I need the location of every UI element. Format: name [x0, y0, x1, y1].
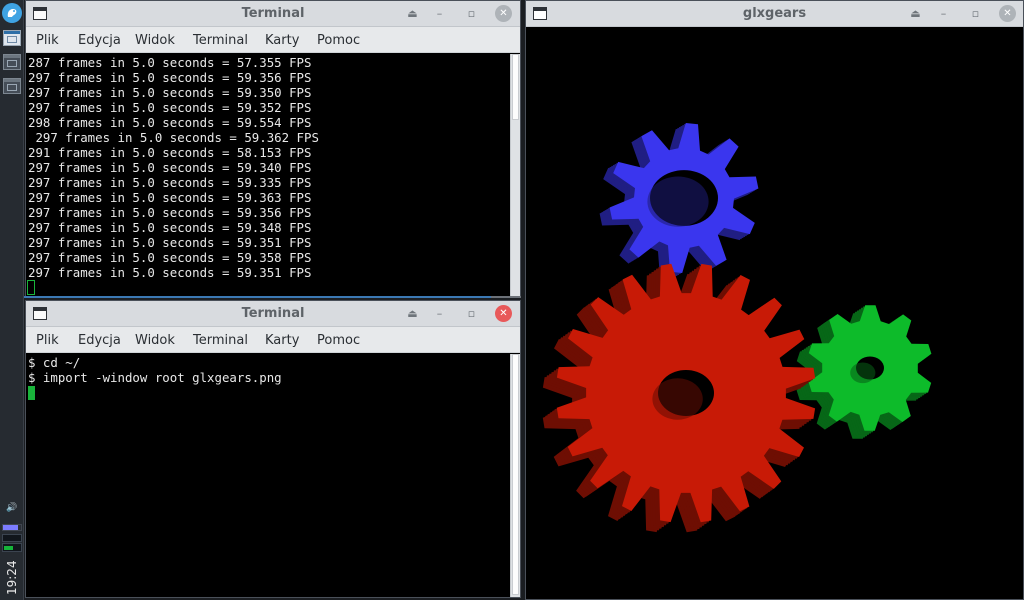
- titlebar[interactable]: Terminal ⏏ – ▫ ✕: [26, 301, 520, 327]
- close-icon[interactable]: ✕: [999, 5, 1016, 22]
- scrollbar-thumb[interactable]: [512, 354, 519, 595]
- minimize-icon[interactable]: –: [431, 305, 448, 322]
- output-line: 297 frames in 5.0 seconds = 59.348 FPS: [28, 220, 312, 235]
- terminal-output[interactable]: 287 frames in 5.0 seconds = 57.355 FPS 2…: [26, 54, 510, 296]
- titlebar[interactable]: glxgears ⏏ – ▫ ✕: [526, 1, 1023, 27]
- app-menu-icon[interactable]: [2, 3, 22, 23]
- output-line: 297 frames in 5.0 seconds = 59.356 FPS: [28, 205, 312, 220]
- output-line: 297 frames in 5.0 seconds = 59.352 FPS: [28, 100, 312, 115]
- network-monitor-down: [2, 543, 22, 552]
- menu-widok[interactable]: Widok: [135, 333, 175, 348]
- menu-plik[interactable]: Plik: [36, 33, 59, 48]
- terminal-window-bottom[interactable]: Terminal ⏏ – ▫ ✕ Plik Edycja Widok Termi…: [25, 300, 521, 598]
- close-icon[interactable]: ✕: [495, 5, 512, 22]
- taskbar-item-terminal-2[interactable]: [3, 54, 21, 70]
- side-panel: 🔊 19:24: [0, 0, 24, 600]
- terminal-window-top[interactable]: Terminal ⏏ – ▫ ✕ Plik Edycja Widok Termi…: [25, 0, 521, 297]
- output-line: 298 frames in 5.0 seconds = 59.554 FPS: [28, 115, 312, 130]
- minimize-icon[interactable]: –: [935, 5, 952, 22]
- menu-pomoc[interactable]: Pomoc: [317, 333, 360, 348]
- glxgears-window[interactable]: glxgears ⏏ – ▫ ✕: [525, 0, 1024, 600]
- command-line: $ cd ~/: [28, 355, 81, 370]
- terminal-cursor: [28, 386, 35, 400]
- menu-karty[interactable]: Karty: [265, 333, 299, 348]
- output-line: 297 frames in 5.0 seconds = 59.356 FPS: [28, 70, 312, 85]
- close-icon[interactable]: ✕: [495, 305, 512, 322]
- scrollbar[interactable]: [510, 354, 520, 597]
- volume-icon[interactable]: 🔊: [4, 503, 20, 517]
- minimize-icon[interactable]: –: [431, 5, 448, 22]
- output-line: 297 frames in 5.0 seconds = 59.351 FPS: [28, 265, 312, 280]
- command-line: $ import -window root glxgears.png: [28, 370, 282, 385]
- menu-edycja[interactable]: Edycja: [78, 33, 121, 48]
- network-monitor-up: [2, 534, 22, 542]
- menu-pomoc[interactable]: Pomoc: [317, 33, 360, 48]
- scrollbar-thumb[interactable]: [512, 54, 519, 120]
- menu-edycja[interactable]: Edycja: [78, 333, 121, 348]
- taskbar-item-terminal-1[interactable]: [3, 30, 21, 46]
- menubar: Plik Edycja Widok Terminal Karty Pomoc: [26, 327, 520, 353]
- shade-icon[interactable]: ⏏: [404, 5, 421, 22]
- output-line: 297 frames in 5.0 seconds = 59.358 FPS: [28, 250, 312, 265]
- output-line: 297 frames in 5.0 seconds = 59.362 FPS: [28, 130, 319, 145]
- output-line: 297 frames in 5.0 seconds = 59.363 FPS: [28, 190, 312, 205]
- menu-widok[interactable]: Widok: [135, 33, 175, 48]
- maximize-icon[interactable]: ▫: [967, 5, 984, 22]
- output-line: 287 frames in 5.0 seconds = 57.355 FPS: [28, 55, 312, 70]
- green-gear: [796, 305, 932, 439]
- output-line: 297 frames in 5.0 seconds = 59.350 FPS: [28, 85, 312, 100]
- output-line: 297 frames in 5.0 seconds = 59.351 FPS: [28, 235, 312, 250]
- terminal-output[interactable]: $ cd ~/ $ import -window root glxgears.p…: [26, 354, 510, 597]
- menubar: Plik Edycja Widok Terminal Karty Pomoc: [26, 27, 520, 53]
- cpu-monitor: [2, 524, 22, 531]
- terminal-cursor: [27, 280, 35, 295]
- gears-canvas: [526, 28, 1023, 599]
- menu-karty[interactable]: Karty: [265, 33, 299, 48]
- taskbar-item-glxgears[interactable]: [3, 78, 21, 94]
- blue-gear: [599, 123, 759, 279]
- menu-terminal[interactable]: Terminal: [193, 33, 248, 48]
- titlebar[interactable]: Terminal ⏏ – ▫ ✕: [26, 1, 520, 27]
- menu-plik[interactable]: Plik: [36, 333, 59, 348]
- output-line: 297 frames in 5.0 seconds = 59.340 FPS: [28, 160, 312, 175]
- scrollbar[interactable]: [510, 54, 520, 296]
- red-gear: [542, 263, 816, 533]
- window-divider: [24, 296, 521, 298]
- output-line: 291 frames in 5.0 seconds = 58.153 FPS: [28, 145, 312, 160]
- shade-icon[interactable]: ⏏: [404, 305, 421, 322]
- shade-icon[interactable]: ⏏: [907, 5, 924, 22]
- maximize-icon[interactable]: ▫: [463, 305, 480, 322]
- maximize-icon[interactable]: ▫: [463, 5, 480, 22]
- menu-terminal[interactable]: Terminal: [193, 333, 248, 348]
- output-line: 297 frames in 5.0 seconds = 59.335 FPS: [28, 175, 312, 190]
- clock[interactable]: 19:24: [2, 558, 22, 598]
